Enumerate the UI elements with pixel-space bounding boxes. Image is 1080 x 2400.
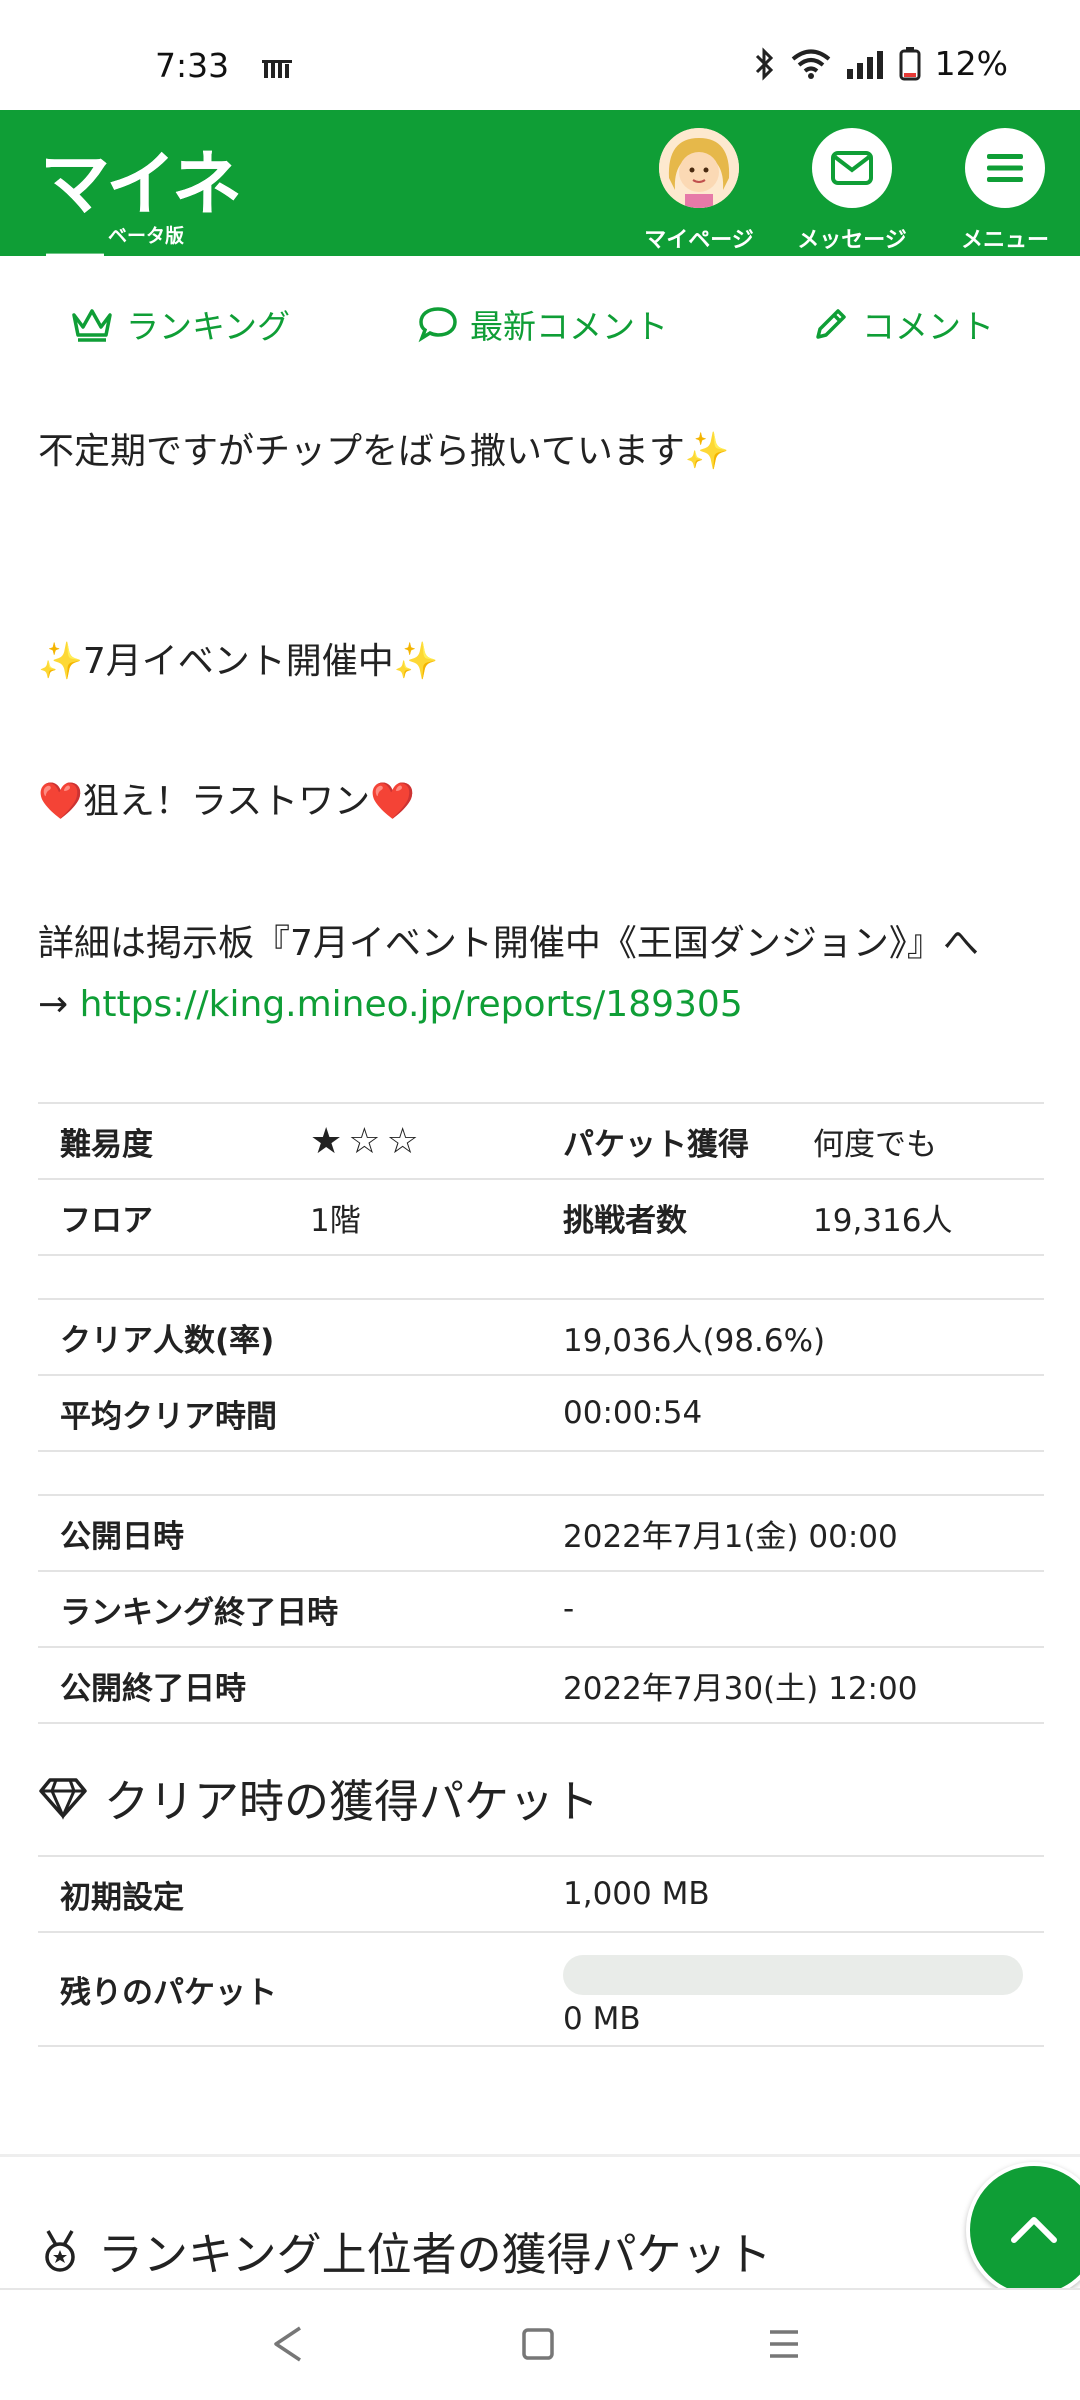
hamburger-menu-icon: [987, 154, 1023, 182]
pencil-icon: [816, 309, 846, 339]
clear-count-value: 19,036人(98.6%): [541, 1298, 1044, 1376]
message-label: メッセージ: [797, 228, 907, 253]
clear-stats-table: クリア人数(率) 19,036人(98.6%) 平均クリア時間 00:00:54: [38, 1298, 1044, 1452]
crown-icon: [72, 309, 112, 342]
clear-packet-title-text: クリア時の獲得パケット: [104, 1775, 600, 1828]
difficulty-label: 難易度: [38, 1102, 288, 1180]
signal-icon: [846, 50, 883, 79]
table-row: 初期設定 1,000 MB: [38, 1855, 1044, 1933]
table-row: ランキング終了日時 -: [38, 1570, 1044, 1648]
medal-icon: [45, 2229, 75, 2272]
scroll-to-top-button[interactable]: [966, 2162, 1080, 2298]
back-icon[interactable]: [268, 2320, 308, 2368]
chevron-up-icon: [1011, 2217, 1057, 2243]
system-nav-bar: [0, 2288, 1080, 2400]
publish-value: 2022年7月1(金) 00:00: [541, 1494, 1044, 1572]
event-link[interactable]: https://king.mineo.jp/reports/189305: [80, 984, 743, 1025]
avg-time-label: 平均クリア時間: [38, 1374, 541, 1452]
ranking-packet-title-text: ランキング上位者の獲得パケット: [98, 2228, 772, 2281]
remaining-packet-bar: [563, 1955, 1023, 1995]
challengers-value: 19,316人: [791, 1178, 1044, 1256]
publish-end-label: 公開終了日時: [38, 1646, 541, 1724]
avatar-icon: [659, 128, 739, 208]
arrow-text: →: [38, 984, 80, 1025]
floor-label: フロア: [38, 1178, 288, 1256]
table-row: フロア 1階 挑戦者数 19,316人: [38, 1178, 1044, 1256]
logo-beta-label: ベータ版: [108, 225, 185, 247]
ranking-end-label: ランキング終了日時: [38, 1570, 541, 1648]
speech-bubble-icon: [418, 307, 457, 343]
body-line-details: 詳細は掲示板『7月イベント開催中《王国ダンジョン》』へ: [38, 923, 979, 964]
clear-packet-table: 初期設定 1,000 MB 残りのパケット 0 MB: [38, 1855, 1044, 2047]
tab-ranking-label: ランキング: [126, 307, 291, 346]
ranking-end-value: -: [541, 1570, 1044, 1648]
mypage-button[interactable]: マイページ: [624, 118, 774, 253]
avg-time-value: 00:00:54: [541, 1374, 1044, 1452]
challengers-label: 挑戦者数: [541, 1178, 791, 1256]
table-row: 難易度 ★☆☆ パケット獲得 何度でも: [38, 1102, 1044, 1180]
diamond-icon: [39, 1777, 87, 1820]
table-row: 平均クリア時間 00:00:54: [38, 1374, 1044, 1452]
table-row: 公開終了日時 2022年7月30(土) 12:00: [38, 1646, 1044, 1724]
table-row: クリア人数(率) 19,036人(98.6%): [38, 1298, 1044, 1376]
remaining-packet-label: 残りのパケット: [38, 1931, 541, 2047]
wifi-icon: [791, 49, 830, 79]
envelope-icon: [831, 151, 873, 185]
tab-comment[interactable]: コメント: [812, 300, 994, 348]
content-tabs: ランキング 最新コメント コメント: [0, 256, 1080, 394]
status-bar: 7:33 12%: [0, 0, 1080, 110]
clear-packet-section-title: クリア時の獲得パケット: [38, 1765, 599, 1830]
schedule-table: 公開日時 2022年7月1(金) 00:00 ランキング終了日時 - 公開終了日…: [38, 1494, 1044, 1724]
home-icon[interactable]: [518, 2320, 558, 2368]
table-row: 公開日時 2022年7月1(金) 00:00: [38, 1494, 1044, 1572]
packet-label: パケット獲得: [541, 1102, 791, 1180]
difficulty-stars: ★☆☆: [288, 1102, 541, 1180]
packet-value: 何度でも: [791, 1102, 1044, 1180]
tab-comment-label: コメント: [862, 307, 994, 346]
bluetooth-icon: [755, 46, 773, 81]
section-divider: [0, 2154, 1080, 2157]
initial-setting-value: 1,000 MB: [541, 1855, 1044, 1933]
remaining-packet-value: 0 MB: [563, 2001, 641, 2037]
menu-button[interactable]: メニュー: [930, 118, 1080, 253]
tab-latest-comments-label: 最新コメント: [470, 307, 668, 346]
tab-latest-comments[interactable]: 最新コメント: [418, 300, 668, 348]
mineo-king-logo[interactable]: マイネ王 ベータ版: [40, 128, 260, 326]
body-line-link: → https://king.mineo.jp/reports/189305: [38, 984, 743, 1025]
status-time: 7:33: [155, 46, 230, 85]
message-button[interactable]: メッセージ: [777, 118, 927, 253]
clear-count-label: クリア人数(率): [38, 1298, 541, 1376]
floor-value: 1階: [288, 1178, 541, 1256]
initial-setting-label: 初期設定: [38, 1855, 541, 1933]
dungeon-info-table: 難易度 ★☆☆ パケット獲得 何度でも フロア 1階 挑戦者数 19,316人: [38, 1102, 1044, 1256]
ranking-packet-section-title: ランキング上位者の獲得パケット: [38, 2218, 772, 2283]
menu-label: メニュー: [960, 228, 1049, 253]
battery-icon: [899, 46, 921, 80]
notification-icon: [262, 60, 292, 78]
body-line-lastone: ❤️狙え！ラストワン❤️: [38, 781, 415, 822]
battery-level: 12%: [934, 44, 1008, 83]
avatar: [659, 128, 739, 208]
mypage-label: マイページ: [644, 228, 754, 253]
app-header: マイネ王 ベータ版 マイページ メッセージ メニュー: [0, 110, 1080, 326]
body-line-tips: 不定期ですがチップをばら撒いています✨: [38, 431, 730, 472]
tab-ranking[interactable]: ランキング: [70, 300, 290, 348]
recent-apps-icon[interactable]: [764, 2320, 804, 2368]
publish-end-value: 2022年7月30(土) 12:00: [541, 1646, 1044, 1724]
body-line-event: ✨7月イベント開催中✨: [38, 641, 439, 682]
table-row: 残りのパケット 0 MB: [38, 1931, 1044, 2047]
publish-label: 公開日時: [38, 1494, 541, 1572]
